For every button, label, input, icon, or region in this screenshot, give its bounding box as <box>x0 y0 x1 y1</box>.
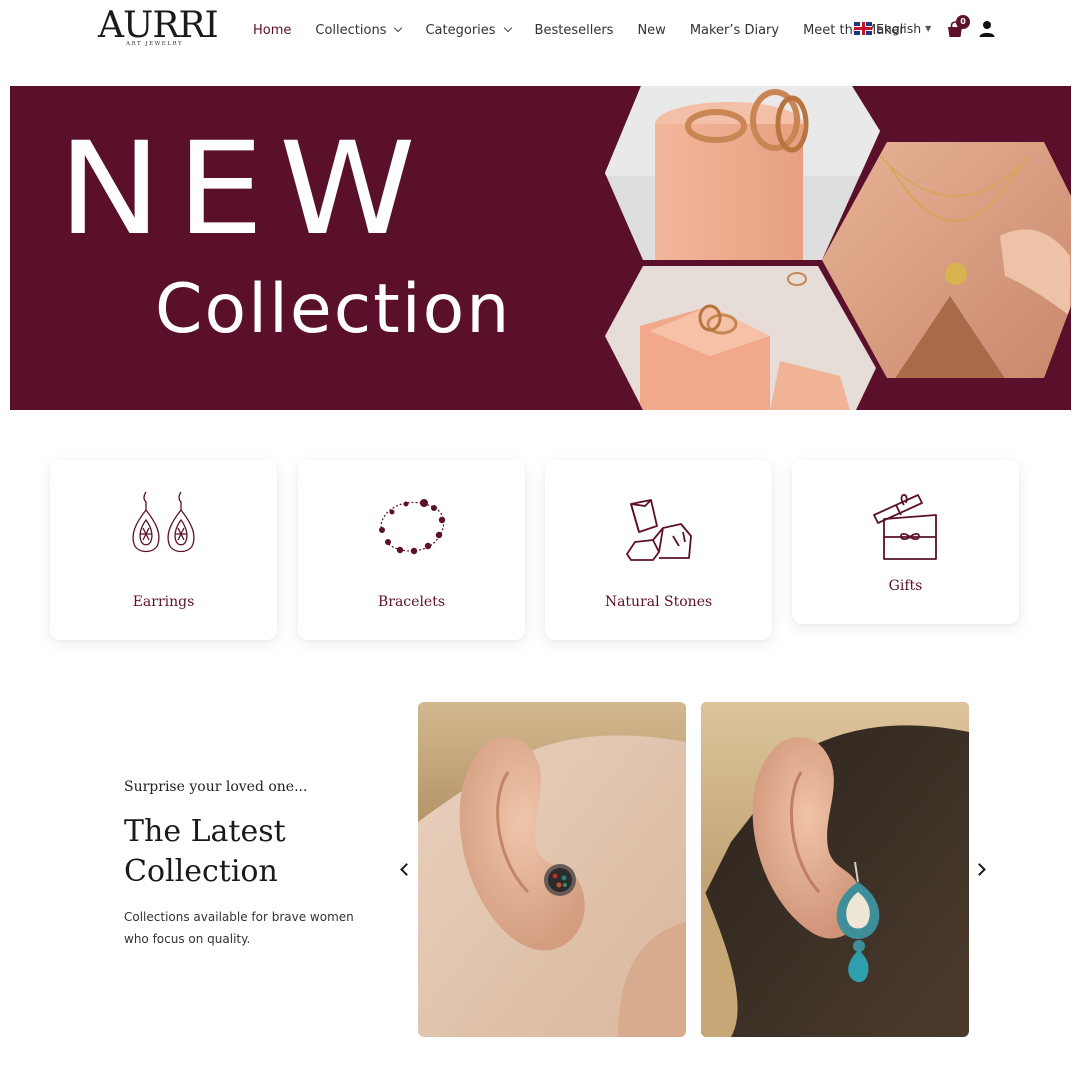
language-switcher[interactable]: English ▼ <box>854 21 931 36</box>
category-card-gifts[interactable]: Gifts <box>792 460 1019 624</box>
product-photo-stud-earring[interactable] <box>418 702 686 1037</box>
carousel-prev-button[interactable] <box>395 860 415 880</box>
cart-count-badge: 0 <box>956 15 970 29</box>
user-account-icon[interactable] <box>979 20 995 37</box>
nav-bestsellers[interactable]: Bestesellers <box>535 23 614 38</box>
hero-headline: NEW <box>58 115 431 264</box>
carousel-next-button[interactable] <box>972 860 992 880</box>
promo-title: The Latest Collection <box>124 814 286 889</box>
gift-icon <box>872 494 937 560</box>
stones-icon <box>625 499 692 561</box>
nav-collections-label: Collections <box>315 22 387 38</box>
nav-new[interactable]: New <box>637 23 665 38</box>
product-photo-drop-earring[interactable] <box>701 702 969 1037</box>
category-label: Gifts <box>888 578 923 594</box>
hero-subline: Collection <box>155 270 512 349</box>
chevron-down-icon <box>503 23 512 33</box>
bracelet-icon <box>378 499 445 555</box>
nav-makers-diary[interactable]: Maker’s Diary <box>690 23 779 38</box>
nav-new-label: New <box>637 22 666 38</box>
promo-description: Collections available for brave women wh… <box>124 910 354 946</box>
hero-banner[interactable]: NEW Collection <box>10 86 1071 410</box>
nav-makers-diary-label: Maker’s Diary <box>689 22 780 38</box>
category-label: Natural Stones <box>604 594 713 610</box>
chevron-left-icon <box>400 863 413 876</box>
nav-collections[interactable]: Collections <box>315 22 403 38</box>
promo-eyebrow: Surprise your loved one... <box>124 779 308 795</box>
chevron-down-icon <box>394 23 403 33</box>
language-label: English <box>876 21 922 36</box>
nav-categories-label: Categories <box>425 22 496 38</box>
nav-bestsellers-label: Bestesellers <box>534 22 614 38</box>
category-label: Earrings <box>132 594 195 610</box>
caret-down-icon: ▼ <box>925 24 932 33</box>
nav-home[interactable]: Home <box>253 23 291 38</box>
uk-flag-icon <box>854 22 872 35</box>
brand-logo[interactable]: AURRI ART JEWELRY <box>96 4 219 56</box>
nav-home-label: Home <box>253 22 292 38</box>
nav-categories[interactable]: Categories <box>425 22 512 38</box>
category-card-bracelets[interactable]: Bracelets <box>298 460 525 640</box>
chevron-right-icon <box>973 863 986 876</box>
earrings-icon <box>131 491 195 553</box>
logo-tagline: ART JEWELRY <box>126 41 184 47</box>
stud-earring-image <box>418 702 686 1037</box>
drop-earring-image <box>701 702 969 1037</box>
category-label: Bracelets <box>377 594 446 610</box>
site-header: AURRI ART JEWELRY Home Collections Categ… <box>0 0 1080 62</box>
main-nav: Home Collections Categories Bestesellers… <box>253 19 905 41</box>
category-card-natural-stones[interactable]: Natural Stones <box>545 460 772 640</box>
category-card-earrings[interactable]: Earrings <box>50 460 277 640</box>
